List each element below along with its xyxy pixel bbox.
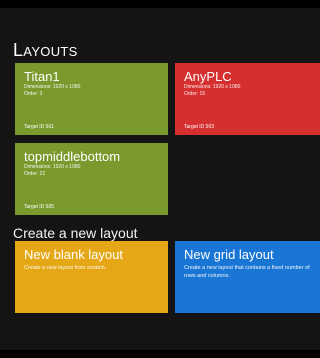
layout-tile-order: Order: 22 bbox=[24, 171, 46, 177]
layout-tile-dimensions: Dimensions: 1920 x 1080 bbox=[24, 164, 81, 170]
layout-tile-dimensions: Dimensions: 1920 x 1080 bbox=[24, 84, 81, 90]
layout-tile-target: Target ID 503 bbox=[184, 124, 215, 130]
layout-tile-titan1[interactable]: Titan1 Dimensions: 1920 x 1080 Order: 3 … bbox=[15, 63, 168, 135]
layout-tile-order: Order: 15 bbox=[184, 91, 206, 97]
layout-tile-name: topmiddlebottom bbox=[24, 149, 121, 164]
layout-tile-name: AnyPLC bbox=[184, 69, 232, 84]
bottom-bar bbox=[0, 350, 320, 358]
create-layout-heading: Create a new layout bbox=[13, 225, 138, 241]
layout-tile-target: Target ID 505 bbox=[24, 204, 55, 210]
layout-tile-name: Titan1 bbox=[24, 69, 60, 84]
layouts-heading: Layouts bbox=[13, 40, 78, 60]
new-grid-layout-title: New grid layout bbox=[184, 247, 274, 262]
new-grid-layout-description: Create a new layout that contains a fixe… bbox=[184, 265, 310, 279]
layout-tile-dimensions: Dimensions: 1920 x 1080 bbox=[184, 84, 241, 90]
layout-tile-anyplc[interactable]: AnyPLC Dimensions: 1920 x 1080 Order: 15… bbox=[175, 63, 320, 135]
layout-tile-target: Target ID 501 bbox=[24, 124, 55, 130]
top-bar bbox=[0, 0, 320, 8]
layout-tile-topmiddlebottom[interactable]: topmiddlebottom Dimensions: 1920 x 1080 … bbox=[15, 143, 168, 215]
new-blank-layout-tile[interactable]: New blank layout Create a new layout fro… bbox=[15, 241, 168, 313]
new-blank-layout-title: New blank layout bbox=[24, 247, 123, 262]
new-grid-layout-tile[interactable]: New grid layout Create a new layout that… bbox=[175, 241, 320, 313]
new-blank-layout-description: Create a new layout from scratch. bbox=[24, 265, 107, 271]
layout-tile-order: Order: 3 bbox=[24, 91, 43, 97]
